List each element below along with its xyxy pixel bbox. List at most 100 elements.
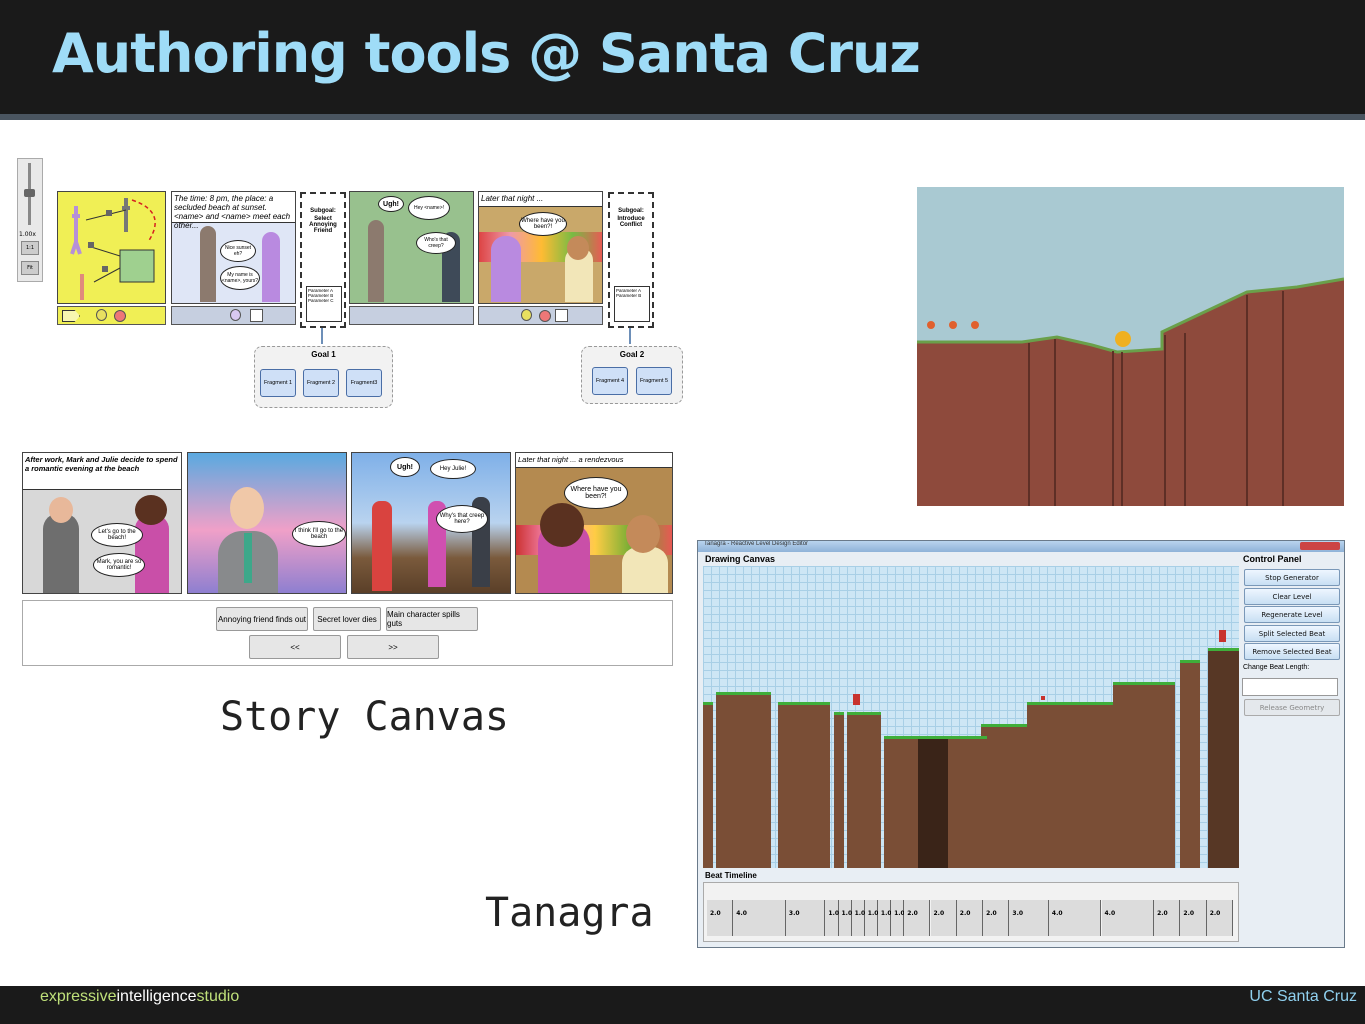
grid-icon[interactable] — [250, 309, 263, 322]
fragment-2[interactable]: Fragment 2 — [303, 369, 339, 397]
beat-segment[interactable]: 1.0 — [851, 900, 865, 936]
window-controls[interactable] — [1300, 542, 1340, 550]
speech-bubble: Who's that creep? — [416, 232, 456, 254]
character-julie — [135, 515, 169, 593]
beat-segment[interactable]: 3.0 — [1009, 900, 1049, 936]
beat-segment[interactable]: 1.0 — [825, 900, 839, 936]
beat-segment[interactable]: 1.0 — [877, 900, 892, 936]
slide-title: Authoring tools @ Santa Cruz — [52, 22, 921, 85]
beat-segment[interactable]: 2.0 — [1206, 900, 1233, 936]
fragment-5[interactable]: Fragment 5 — [636, 367, 672, 395]
subgoal-2-name: Introduce Conflict — [617, 216, 645, 228]
lightbulb-icon[interactable] — [96, 309, 107, 321]
regenerate-level-button[interactable]: Regenerate Level — [1244, 606, 1340, 623]
choice-annoying-friend-finds-out[interactable]: Annoying friend finds out — [216, 607, 308, 631]
brand-expressive: expressive — [40, 988, 117, 1005]
subgoal-1-title: Subgoal: — [310, 208, 336, 214]
silhouette-woman — [491, 236, 521, 302]
silhouette-man — [368, 220, 384, 302]
beat-segment[interactable]: 1.0 — [838, 900, 852, 936]
comic-panel-1: After work, Mark and Julie decide to spe… — [22, 452, 182, 594]
platformer-terrain — [917, 277, 1344, 506]
goal-1-label: Goal 1 — [311, 350, 336, 359]
tanagra-caption: Tanagra — [485, 890, 654, 936]
comic-4-caption: Later that night ... a rendezvous — [516, 453, 672, 468]
stop-generator-button[interactable]: Stop Generator — [1244, 569, 1340, 586]
speech-bubble: Hey Julie! — [430, 459, 476, 479]
next-button[interactable]: >> — [347, 635, 439, 659]
zoom-fit-button[interactable]: Fit — [21, 261, 39, 275]
prev-button[interactable]: << — [249, 635, 341, 659]
storyboard-panel-2[interactable]: The time: 8 pm, the place: a secluded be… — [171, 191, 296, 304]
beat-segment[interactable]: 1.0 — [891, 900, 905, 936]
tag-icon[interactable] — [62, 310, 80, 322]
speech-bubble: Hey <name>! — [408, 196, 450, 220]
release-geometry-button[interactable]: Release Geometry — [1244, 699, 1340, 716]
storyboard-panel-1[interactable] — [57, 191, 166, 304]
lightbulb-icon[interactable] — [521, 309, 532, 321]
beat-length-label: Change Beat Length: — [1243, 664, 1310, 671]
character-mark-face — [49, 497, 73, 523]
beat-segment[interactable]: 4.0 — [1048, 900, 1102, 936]
footer-brand: expressiveintelligencestudio — [40, 988, 239, 1006]
speech-bubble: Mark, you are so romantic! — [93, 553, 145, 577]
character-man — [622, 547, 668, 593]
title-separator — [0, 114, 1365, 120]
choice-main-character-spills-guts[interactable]: Main character spills guts — [386, 607, 478, 631]
character-badge-icon[interactable] — [114, 310, 126, 322]
goal-1-group[interactable]: Goal 1 Fragment 1 Fragment 2 Fragment3 — [254, 346, 393, 408]
control-panel-label: Control Panel — [1243, 554, 1302, 564]
beat-segment[interactable]: 2.0 — [707, 900, 734, 936]
level-geometry — [703, 630, 1239, 868]
fragment-1[interactable]: Fragment 1 — [260, 369, 296, 397]
panel-2-toolbar — [171, 306, 296, 325]
beat-segment[interactable]: 4.0 — [1101, 900, 1155, 936]
zoom-slider-handle[interactable] — [24, 189, 35, 197]
beat-segment[interactable]: 2.0 — [930, 900, 957, 936]
comic-1-caption: After work, Mark and Julie decide to spe… — [23, 453, 181, 490]
character-man-tie — [244, 533, 252, 583]
platformer-screenshot — [917, 187, 1344, 506]
panel-1-toolbar — [57, 306, 166, 325]
beat-length-input[interactable] — [1242, 678, 1338, 696]
beat-segment[interactable]: 2.0 — [956, 900, 984, 936]
clear-level-button[interactable]: Clear Level — [1244, 588, 1340, 605]
zoom-level: 1.00x — [19, 231, 36, 238]
character-badge-icon[interactable] — [539, 310, 551, 322]
beat-segment[interactable]: 2.0 — [1180, 900, 1207, 936]
comic-panel-3: Ugh! Hey Julie! Why's that creep here? — [351, 452, 511, 594]
panel-5-toolbar — [478, 306, 603, 325]
fragment-4[interactable]: Fragment 4 — [592, 367, 628, 395]
param-label: Parameter C — [308, 298, 334, 303]
comic-panel-2: I think I'll go to the beach — [187, 452, 347, 594]
beat-segment[interactable]: 2.0 — [1154, 900, 1181, 936]
panel-2-caption: The time: 8 pm, the place: a secluded be… — [172, 192, 295, 230]
beat-segment[interactable]: 2.0 — [904, 900, 931, 936]
subgoal-select-annoying-friend[interactable]: Subgoal: Select Annoying Friend Paramete… — [300, 192, 346, 328]
storyboard-panel-4[interactable]: Ugh! Hey <name>! Who's that creep? — [349, 191, 474, 304]
beat-segment[interactable]: 1.0 — [864, 900, 878, 936]
silhouette-man — [200, 226, 216, 302]
split-selected-beat-button[interactable]: Split Selected Beat — [1244, 625, 1340, 642]
drawing-canvas-label: Drawing Canvas — [705, 554, 776, 564]
comic-panel-4: Later that night ... a rendezvous Where … — [515, 452, 673, 594]
subgoal-2-params: Parameter A Parameter B — [614, 286, 650, 322]
grid-icon[interactable] — [555, 309, 568, 322]
silhouette-woman — [262, 232, 280, 302]
goal-2-group[interactable]: Goal 2 Fragment 4 Fragment 5 — [581, 346, 683, 404]
speech-bubble: I think I'll go to the beach — [292, 521, 346, 547]
remove-selected-beat-button[interactable]: Remove Selected Beat — [1244, 643, 1340, 660]
drawing-canvas[interactable] — [703, 566, 1239, 868]
beat-segment[interactable]: 2.0 — [983, 900, 1010, 936]
zoom-control[interactable]: 1.00x 1:1 Fit — [17, 158, 43, 282]
character-man-face — [230, 487, 264, 529]
subgoal-introduce-conflict[interactable]: Subgoal: Introduce Conflict Parameter A … — [608, 192, 654, 328]
fragment-3[interactable]: Fragment3 — [346, 369, 382, 397]
lightbulb-icon[interactable] — [230, 309, 241, 321]
zoom-1to1-button[interactable]: 1:1 — [21, 241, 39, 255]
speech-bubble: Where have you been?! — [564, 477, 628, 509]
storyboard-panel-5[interactable]: Later that night ... Where have you been… — [478, 191, 603, 304]
beat-segment[interactable]: 4.0 — [733, 900, 786, 936]
beat-segment[interactable]: 3.0 — [785, 900, 826, 936]
choice-secret-lover-dies[interactable]: Secret lover dies — [313, 607, 381, 631]
